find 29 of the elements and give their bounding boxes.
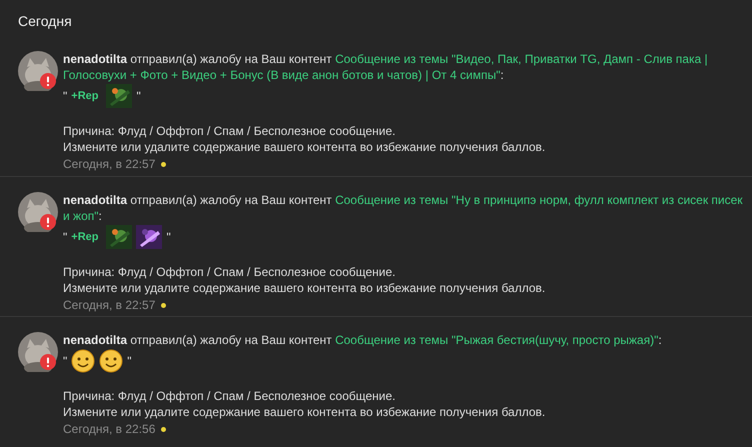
quote-mark: "	[63, 89, 68, 103]
timestamp: Сегодня, в 22:57	[63, 298, 156, 312]
reason-text: Причина: Флуд / Оффтоп / Спам / Бесполезное сообщение.	[63, 123, 396, 139]
timestamp: Сегодня, в 22:57	[63, 157, 156, 171]
advice-text: Измените или удалите содержание вашего контента во избежание получения баллов.	[63, 404, 546, 420]
unread-dot	[161, 426, 166, 432]
quote-mark: "	[63, 230, 68, 244]
reason-text: Причина: Флуд / Оффтоп / Спам / Бесполезное сообщение.	[63, 264, 396, 280]
alert-icon	[40, 354, 56, 370]
advice-text: Измените или удалите содержание вашего контента во избежание получения баллов.	[63, 139, 546, 155]
quote-mark: "	[127, 354, 132, 368]
rep-label: +Rep	[71, 231, 98, 243]
section-title: Сегодня	[17, 12, 73, 31]
unread-dot	[161, 302, 166, 308]
alert-icon	[40, 214, 56, 230]
timestamp: Сегодня, в 22:56	[63, 422, 156, 436]
alert-icon	[40, 73, 56, 89]
notification-text: nenadotilta отправил(а) жалобу на Ваш контент Сообщение из темы "Видео, Пак, Приватки TG, Дамп - Слив пака | Голосовухи + Фото + Видео + Бонус (В виде анон ботов и чатов) | От 4 симпы":	[63, 51, 709, 83]
quote-mark: "	[166, 230, 171, 244]
smiley-icon	[99, 349, 124, 373]
quote-mark: "	[136, 89, 141, 103]
notification-text: nenadotilta отправил(а) жалобу на Ваш контент Сообщение из темы "Рыжая бестия(шучу, просто рыжая)":	[63, 332, 663, 348]
notification-text: nenadotilta отправил(а) жалобу на Ваш контент Сообщение из темы "Ну в принципэ норм, фулл комплект из сисек писек и жоп":	[63, 192, 743, 224]
unread-dot	[161, 162, 166, 166]
reason-text: Причина: Флуд / Оффтоп / Спам / Бесполезное сообщение.	[63, 388, 396, 404]
smiley-icon	[71, 349, 96, 373]
advice-text: Измените или удалите содержание вашего контента во избежание получения баллов.	[63, 280, 546, 296]
rep-label: +Rep	[71, 90, 98, 102]
quote-mark: "	[63, 354, 68, 368]
